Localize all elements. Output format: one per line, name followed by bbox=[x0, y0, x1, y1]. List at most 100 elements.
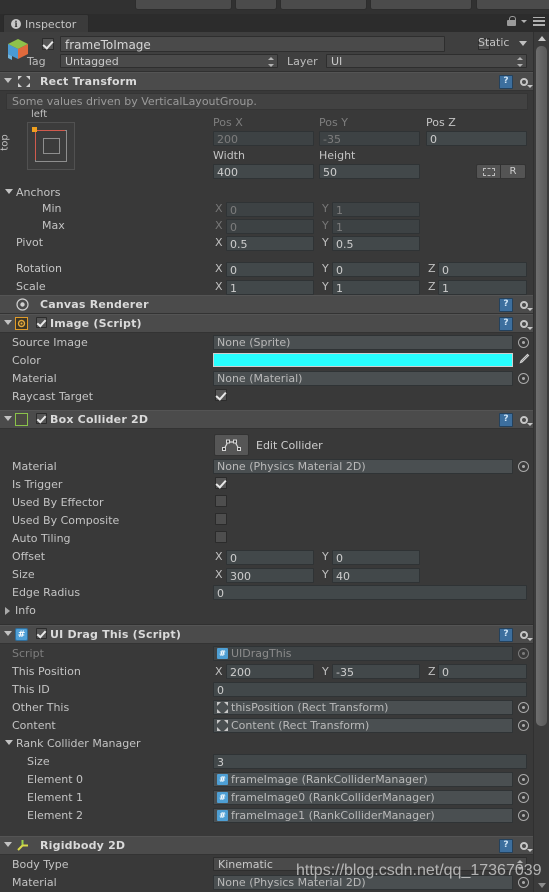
rotation-z-input[interactable]: 0 bbox=[438, 262, 527, 277]
element-1-objectfield[interactable]: # frameImage0 (RankColliderManager) bbox=[213, 790, 513, 805]
width-input[interactable]: 400 bbox=[213, 164, 314, 179]
help-icon[interactable]: ? bbox=[499, 298, 513, 312]
component-header-rigidbody-2d[interactable]: Rigidbody 2D ? bbox=[0, 836, 534, 855]
source-image-picker-icon[interactable] bbox=[518, 337, 529, 348]
element-0-picker-icon[interactable] bbox=[518, 774, 529, 785]
gameobject-name-input[interactable]: frameToImage bbox=[60, 36, 445, 52]
source-image-objectfield[interactable]: None (Sprite) bbox=[213, 335, 513, 350]
help-icon[interactable]: ? bbox=[499, 413, 513, 427]
scale-z-input[interactable]: 1 bbox=[438, 280, 527, 295]
anchors-min-x-input[interactable]: 0 bbox=[226, 202, 314, 217]
component-header-canvas-renderer[interactable]: Canvas Renderer ? bbox=[0, 295, 534, 314]
gear-icon[interactable] bbox=[518, 629, 533, 641]
scrollbar-down-button[interactable] bbox=[534, 879, 549, 892]
help-icon[interactable]: ? bbox=[499, 628, 513, 642]
box-collider-material-objectfield[interactable]: None (Physics Material 2D) bbox=[213, 459, 513, 474]
color-swatch[interactable] bbox=[213, 353, 513, 367]
element-0-objectfield[interactable]: # frameImage (RankColliderManager) bbox=[213, 772, 513, 787]
anchors-max-x-input[interactable]: 0 bbox=[226, 219, 314, 234]
height-input[interactable]: 50 bbox=[319, 164, 420, 179]
auto-tiling-checkbox[interactable] bbox=[215, 531, 227, 543]
layer-dropdown[interactable]: UI bbox=[326, 54, 527, 68]
help-icon[interactable]: ? bbox=[499, 75, 513, 89]
rect-transform-foldout-arrow-icon[interactable] bbox=[4, 78, 12, 83]
element-2-picker-icon[interactable] bbox=[518, 810, 529, 821]
help-icon[interactable]: ? bbox=[499, 317, 513, 331]
offset-y-input[interactable]: 0 bbox=[332, 550, 420, 565]
size-x-input[interactable]: 300 bbox=[226, 568, 314, 583]
component-header-image-script[interactable]: Image (Script) ? bbox=[0, 314, 534, 333]
element-1-picker-icon[interactable] bbox=[518, 792, 529, 803]
lock-icon[interactable] bbox=[507, 16, 516, 26]
content-picker-icon[interactable] bbox=[518, 720, 529, 731]
gear-icon[interactable] bbox=[518, 299, 533, 311]
chevron-down-icon[interactable] bbox=[521, 19, 527, 23]
gear-icon[interactable] bbox=[518, 318, 533, 330]
image-material-picker-icon[interactable] bbox=[518, 373, 529, 384]
box-collider-material-picker-icon[interactable] bbox=[518, 461, 529, 472]
toolbar-button-4[interactable]: ✐ bbox=[370, 0, 472, 10]
rigidbody-foldout-arrow-icon[interactable] bbox=[4, 842, 12, 847]
info-foldout-arrow-icon[interactable] bbox=[5, 607, 10, 615]
is-trigger-checkbox[interactable] bbox=[215, 477, 227, 489]
ui-drag-this-foldout-arrow-icon[interactable] bbox=[4, 631, 12, 636]
rotation-x-input[interactable]: 0 bbox=[226, 262, 314, 277]
scale-x-input[interactable]: 1 bbox=[226, 280, 314, 295]
component-header-ui-drag-this[interactable]: # UI Drag This (Script) ? bbox=[0, 625, 534, 644]
anchors-foldout-arrow-icon[interactable] bbox=[5, 189, 13, 194]
this-id-input[interactable]: 0 bbox=[213, 682, 527, 697]
eyedropper-icon[interactable] bbox=[517, 353, 530, 366]
gameobject-enabled-checkbox[interactable] bbox=[42, 38, 54, 50]
this-position-z-input[interactable]: 0 bbox=[438, 664, 527, 679]
image-enabled-checkbox[interactable] bbox=[36, 317, 47, 328]
edge-radius-input[interactable]: 0 bbox=[213, 585, 527, 600]
inspector-scrollbar[interactable] bbox=[533, 32, 549, 892]
this-position-x-input[interactable]: 200 bbox=[226, 664, 314, 679]
component-header-rect-transform[interactable]: Rect Transform ? bbox=[0, 72, 534, 91]
pos-x-input[interactable]: 200 bbox=[213, 131, 314, 146]
blueprint-mode-button[interactable] bbox=[476, 164, 501, 179]
size-y-input[interactable]: 40 bbox=[332, 568, 420, 583]
toolbar-button-2[interactable]: ▬ bbox=[235, 0, 277, 10]
toolbar-button-1[interactable]: ● bbox=[135, 0, 232, 10]
image-material-objectfield[interactable]: None (Material) bbox=[213, 371, 513, 386]
scrollbar-thumb[interactable] bbox=[536, 46, 547, 726]
offset-x-input[interactable]: 0 bbox=[226, 550, 314, 565]
help-icon[interactable]: ? bbox=[499, 839, 513, 853]
ui-drag-this-enabled-checkbox[interactable] bbox=[36, 628, 47, 639]
hamburger-menu-icon[interactable] bbox=[533, 16, 545, 26]
anchors-min-y-input[interactable]: 1 bbox=[332, 202, 420, 217]
pos-y-input[interactable]: -35 bbox=[319, 131, 420, 146]
box-collider-enabled-checkbox[interactable] bbox=[36, 413, 47, 424]
this-position-y-input[interactable]: -35 bbox=[332, 664, 420, 679]
pivot-y-input[interactable]: 0.5 bbox=[332, 236, 420, 251]
array-size-input[interactable]: 3 bbox=[213, 754, 527, 769]
raycast-target-checkbox[interactable] bbox=[215, 389, 227, 401]
anchor-preview-box[interactable] bbox=[27, 122, 75, 170]
element-2-objectfield[interactable]: # frameImage1 (RankColliderManager) bbox=[213, 808, 513, 823]
tag-dropdown[interactable]: Untagged bbox=[60, 54, 278, 68]
anchors-max-y-input[interactable]: 1 bbox=[332, 219, 420, 234]
toolbar-button-3[interactable] bbox=[280, 0, 367, 10]
rank-collider-manager-foldout-arrow-icon[interactable] bbox=[5, 740, 13, 745]
scrollbar-up-button[interactable] bbox=[534, 32, 549, 45]
image-foldout-arrow-icon[interactable] bbox=[4, 320, 12, 325]
component-header-box-collider-2d[interactable]: Box Collider 2D ? bbox=[0, 410, 534, 429]
toolbar-button-5[interactable]: ✐ bbox=[476, 0, 549, 10]
pivot-x-input[interactable]: 0.5 bbox=[226, 236, 314, 251]
used-by-composite-checkbox[interactable] bbox=[215, 513, 227, 525]
gear-icon[interactable] bbox=[518, 840, 533, 852]
other-this-objectfield[interactable]: thisPosition (Rect Transform) bbox=[213, 700, 513, 715]
box-collider-foldout-arrow-icon[interactable] bbox=[4, 416, 12, 421]
rotation-y-input[interactable]: 0 bbox=[332, 262, 420, 277]
used-by-effector-checkbox[interactable] bbox=[215, 495, 227, 507]
pos-z-input[interactable]: 0 bbox=[426, 131, 527, 146]
gear-icon[interactable] bbox=[518, 76, 533, 88]
static-dropdown-caret-icon[interactable] bbox=[519, 41, 527, 46]
other-this-picker-icon[interactable] bbox=[518, 702, 529, 713]
tab-inspector[interactable]: i Inspector bbox=[3, 14, 90, 33]
edit-collider-button[interactable] bbox=[214, 434, 249, 456]
anchor-preset-preview[interactable]: left top bbox=[0, 109, 100, 185]
content-objectfield[interactable]: Content (Rect Transform) bbox=[213, 718, 513, 733]
scale-y-input[interactable]: 1 bbox=[332, 280, 420, 295]
